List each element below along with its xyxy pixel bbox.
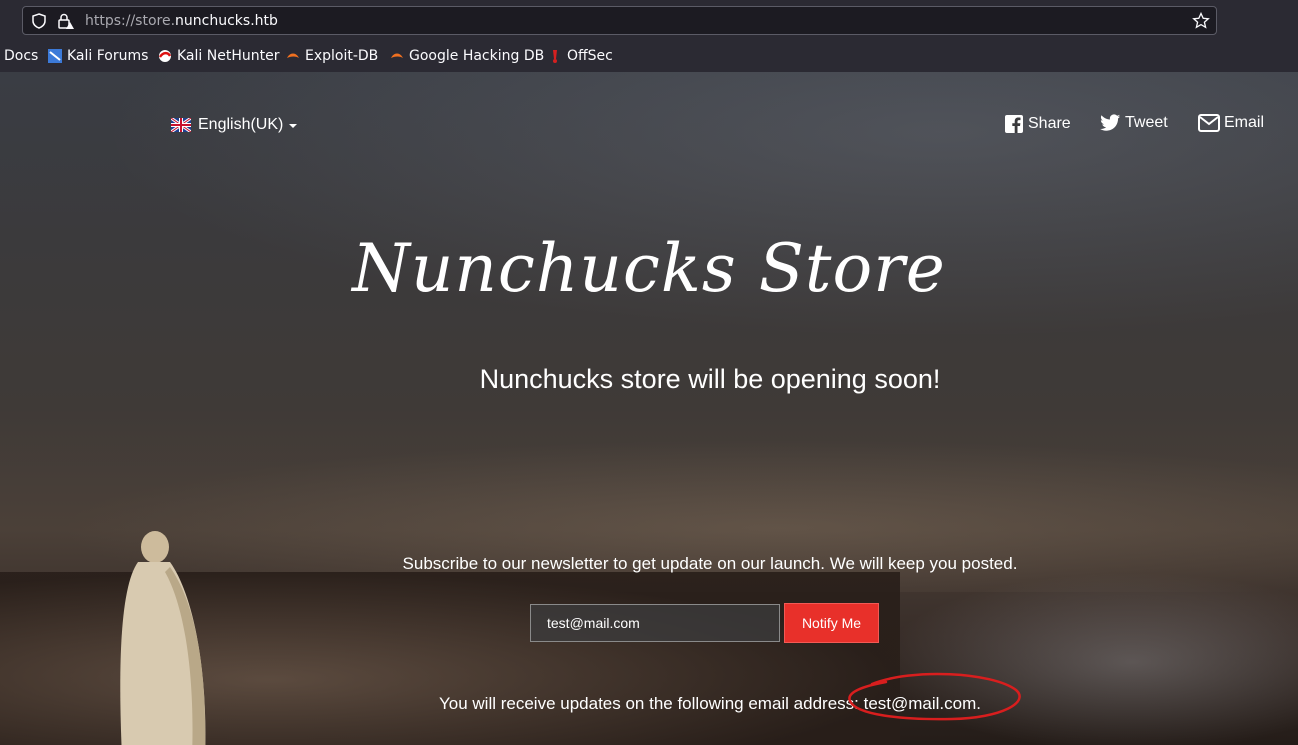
url-domain: nunchucks.htb [175, 13, 278, 29]
bookmark-docs[interactable]: Docs [4, 46, 38, 66]
kali-forums-icon [48, 49, 62, 63]
share-label: Share [1028, 115, 1071, 132]
offsec-icon [553, 50, 557, 63]
shield-icon[interactable] [31, 13, 47, 29]
browser-toolbar: https://store.nunchucks.htb Docs Kali Fo… [0, 0, 1298, 72]
language-selector[interactable]: English(UK) [171, 116, 298, 134]
bookmark-kali-nethunter[interactable]: Kali NetHunter [158, 46, 279, 66]
coming-soon-text: Nunchucks store will be opening soon! [479, 364, 941, 394]
bookmark-label: Kali Forums [67, 48, 149, 64]
email-label: Email [1224, 114, 1265, 131]
bookmark-label: Google Hacking DB [409, 48, 545, 64]
uk-flag-icon [171, 118, 191, 132]
notify-me-button[interactable]: Notify Me [784, 603, 879, 643]
bookmark-kali-forums[interactable]: Kali Forums [48, 46, 148, 66]
site-title: Nunchucks Store [352, 230, 946, 307]
newsletter-text: Subscribe to our newsletter to get updat… [402, 554, 1018, 573]
facebook-icon [1005, 115, 1023, 133]
red-annotation-circle [848, 672, 1021, 721]
caret-down-icon [289, 124, 298, 128]
email-link[interactable]: Email [1198, 114, 1264, 132]
bookmarks-bar: Docs Kali Forums Kali NetHunter Exploit-… [0, 46, 1298, 66]
tweet-label: Tweet [1125, 114, 1168, 131]
bookmark-label: Exploit-DB [305, 48, 379, 64]
tweet-link[interactable]: Tweet [1100, 114, 1168, 132]
url-text[interactable]: https://store.nunchucks.htb [85, 13, 278, 29]
bookmark-offsec[interactable]: OffSec [548, 46, 613, 66]
bookmark-exploit-db[interactable]: Exploit-DB [286, 46, 378, 66]
lock-warning-icon[interactable] [57, 12, 75, 30]
store-page: English(UK) Share Tweet Email Nunchucks … [0, 72, 1298, 745]
exploit-db-icon [287, 53, 299, 58]
envelope-icon [1198, 114, 1220, 132]
bookmark-label: Kali NetHunter [177, 48, 280, 64]
bookmark-label: Docs [4, 48, 39, 64]
star-bookmark-icon[interactable] [1192, 12, 1210, 30]
confirmation-text: You will receive updates on the followin… [438, 694, 981, 713]
address-bar[interactable]: https://store.nunchucks.htb [22, 6, 1217, 35]
bookmark-label: OffSec [567, 48, 613, 64]
language-label: English(UK) [198, 116, 284, 133]
share-link[interactable]: Share [1004, 114, 1071, 134]
bookmark-google-hacking-db[interactable]: Google Hacking DB [390, 46, 544, 66]
kali-nethunter-icon [158, 50, 172, 62]
twitter-icon [1100, 114, 1121, 131]
email-input[interactable] [530, 604, 780, 642]
url-prefix: https://store. [85, 13, 176, 29]
google-hacking-db-icon [391, 53, 403, 58]
